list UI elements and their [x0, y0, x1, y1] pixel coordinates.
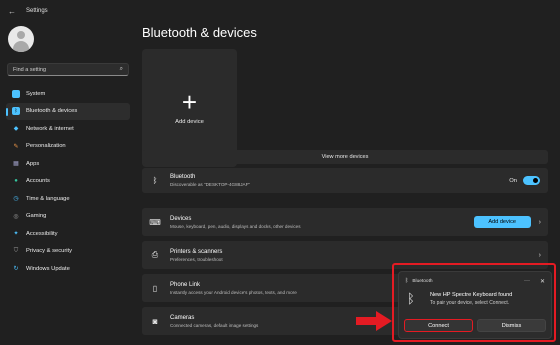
bluetooth-icon: ᛒ — [405, 278, 409, 284]
shield-icon: ⛉ — [13, 247, 19, 254]
sidebar-item-personalization[interactable]: ✎ Personalization — [6, 138, 130, 156]
apps-icon: ▦ — [13, 161, 19, 168]
chevron-right-icon[interactable]: › — [539, 252, 541, 259]
connect-button[interactable]: Connect — [404, 319, 473, 332]
bluetooth-icon: ᛒ — [12, 107, 20, 116]
avatar-head — [17, 31, 25, 39]
printer-icon: ⎙ — [151, 250, 159, 259]
sidebar-item-label: Bluetooth & devices — [26, 108, 78, 115]
search-input[interactable]: Find a setting ⌕ — [7, 63, 129, 76]
search-placeholder: Find a setting — [13, 66, 47, 73]
title-bar: ← Settings — [0, 0, 560, 22]
sidebar-item-network[interactable]: ◆ Network & internet — [6, 120, 130, 138]
accounts-icon: ● — [14, 178, 18, 185]
sidebar-item-system[interactable]: System — [6, 85, 130, 103]
devices-subtitle: Mouse, keyboard, pen, audio, displays an… — [170, 223, 301, 229]
sidebar-item-label: Time & language — [26, 195, 70, 202]
plus-icon: + — [181, 87, 198, 117]
sidebar-item-label: Personalization — [26, 143, 66, 150]
sidebar-item-time[interactable]: ◷ Time & language — [6, 190, 130, 208]
time-icon: ◷ — [13, 196, 19, 203]
sidebar-item-label: Accounts — [26, 178, 50, 185]
notification-body: To pair your device, select Connect. — [430, 300, 510, 306]
dismiss-button[interactable]: Dismiss — [477, 319, 546, 332]
update-icon: ↻ — [13, 266, 19, 273]
toggle-knob — [533, 178, 538, 183]
notification-app-name: Bluetooth — [412, 278, 433, 284]
accessibility-icon: ✦ — [13, 231, 19, 238]
bluetooth-state: On — [509, 177, 517, 184]
page-title: Bluetooth & devices — [142, 25, 257, 40]
bluetooth-toggle-group: On — [509, 176, 540, 185]
window-title: Settings — [26, 8, 48, 14]
search-icon[interactable]: ⌕ — [120, 66, 123, 73]
sidebar-item-label: System — [26, 90, 46, 97]
notification-title: New HP Spectre Keyboard found — [430, 292, 513, 298]
avatar[interactable] — [8, 26, 34, 52]
sidebar-item-accessibility[interactable]: ✦ Accessibility — [6, 225, 130, 243]
nav-list: System ᛒ Bluetooth & devices ◆ Network &… — [6, 85, 130, 278]
profile[interactable] — [8, 26, 34, 52]
sidebar: Find a setting ⌕ System ᛒ Bluetooth & de… — [0, 22, 136, 345]
bluetooth-toggle[interactable] — [523, 176, 540, 185]
sidebar-item-accounts[interactable]: ● Accounts — [6, 173, 130, 191]
sidebar-item-label: Network & internet — [26, 125, 74, 132]
sidebar-item-privacy[interactable]: ⛉ Privacy & security — [6, 243, 130, 261]
network-icon: ◆ — [13, 126, 19, 133]
back-arrow-icon[interactable]: ← — [8, 7, 16, 16]
sidebar-item-label: Gaming — [26, 213, 47, 220]
brush-icon: ✎ — [13, 143, 19, 150]
avatar-body — [13, 41, 29, 52]
bluetooth-row: ᛒ Bluetooth Discoverable as "DESKTOP-4G8… — [142, 168, 548, 193]
printers-subtitle: Preferences, troubleshoot — [170, 256, 223, 262]
add-device-button[interactable]: Add device — [473, 216, 531, 228]
system-icon — [12, 89, 20, 98]
devices-row[interactable]: ⌨ Devices Mouse, keyboard, pen, audio, d… — [142, 208, 548, 236]
phone-icon: ▯ — [152, 283, 158, 293]
camera-icon: ◙ — [152, 316, 158, 326]
bluetooth-large-icon: ᛒ — [407, 291, 415, 306]
add-device-tile-label: Add device — [175, 119, 204, 125]
sidebar-item-label: Privacy & security — [26, 248, 73, 255]
sidebar-item-bluetooth[interactable]: ᛒ Bluetooth & devices — [6, 102, 130, 120]
red-arrow-icon — [356, 311, 392, 331]
sidebar-item-label: Apps — [26, 160, 40, 167]
sidebar-item-windows-update[interactable]: ↻ Windows Update — [6, 260, 130, 278]
bluetooth-title: Bluetooth — [170, 174, 196, 180]
devices-title: Devices — [170, 215, 192, 222]
printers-row[interactable]: ⎙ Printers & scanners Preferences, troub… — [142, 241, 548, 269]
sidebar-item-gaming[interactable]: ◎ Gaming — [6, 208, 130, 226]
bluetooth-icon: ᛒ — [152, 176, 158, 185]
gaming-icon: ◎ — [13, 213, 19, 220]
sidebar-item-apps[interactable]: ▦ Apps — [6, 155, 130, 173]
view-more-devices-button[interactable]: View more devices — [142, 150, 548, 164]
printers-title: Printers & scanners — [170, 248, 223, 255]
sidebar-item-label: Accessibility — [26, 230, 58, 237]
close-icon[interactable]: ✕ — [540, 278, 545, 285]
more-options-icon[interactable]: ··· — [524, 278, 530, 284]
keyboard-icon: ⌨ — [149, 217, 161, 227]
sidebar-item-label: Windows Update — [26, 265, 70, 272]
chevron-right-icon[interactable]: › — [539, 219, 541, 226]
bluetooth-subtitle: Discoverable as "DESKTOP-4G88JAF" — [170, 182, 251, 187]
notification-header: ᛒ Bluetooth ··· ✕ — [405, 276, 545, 286]
bluetooth-notification: ᛒ Bluetooth ··· ✕ ᛒ New HP Spectre Keybo… — [398, 271, 552, 339]
